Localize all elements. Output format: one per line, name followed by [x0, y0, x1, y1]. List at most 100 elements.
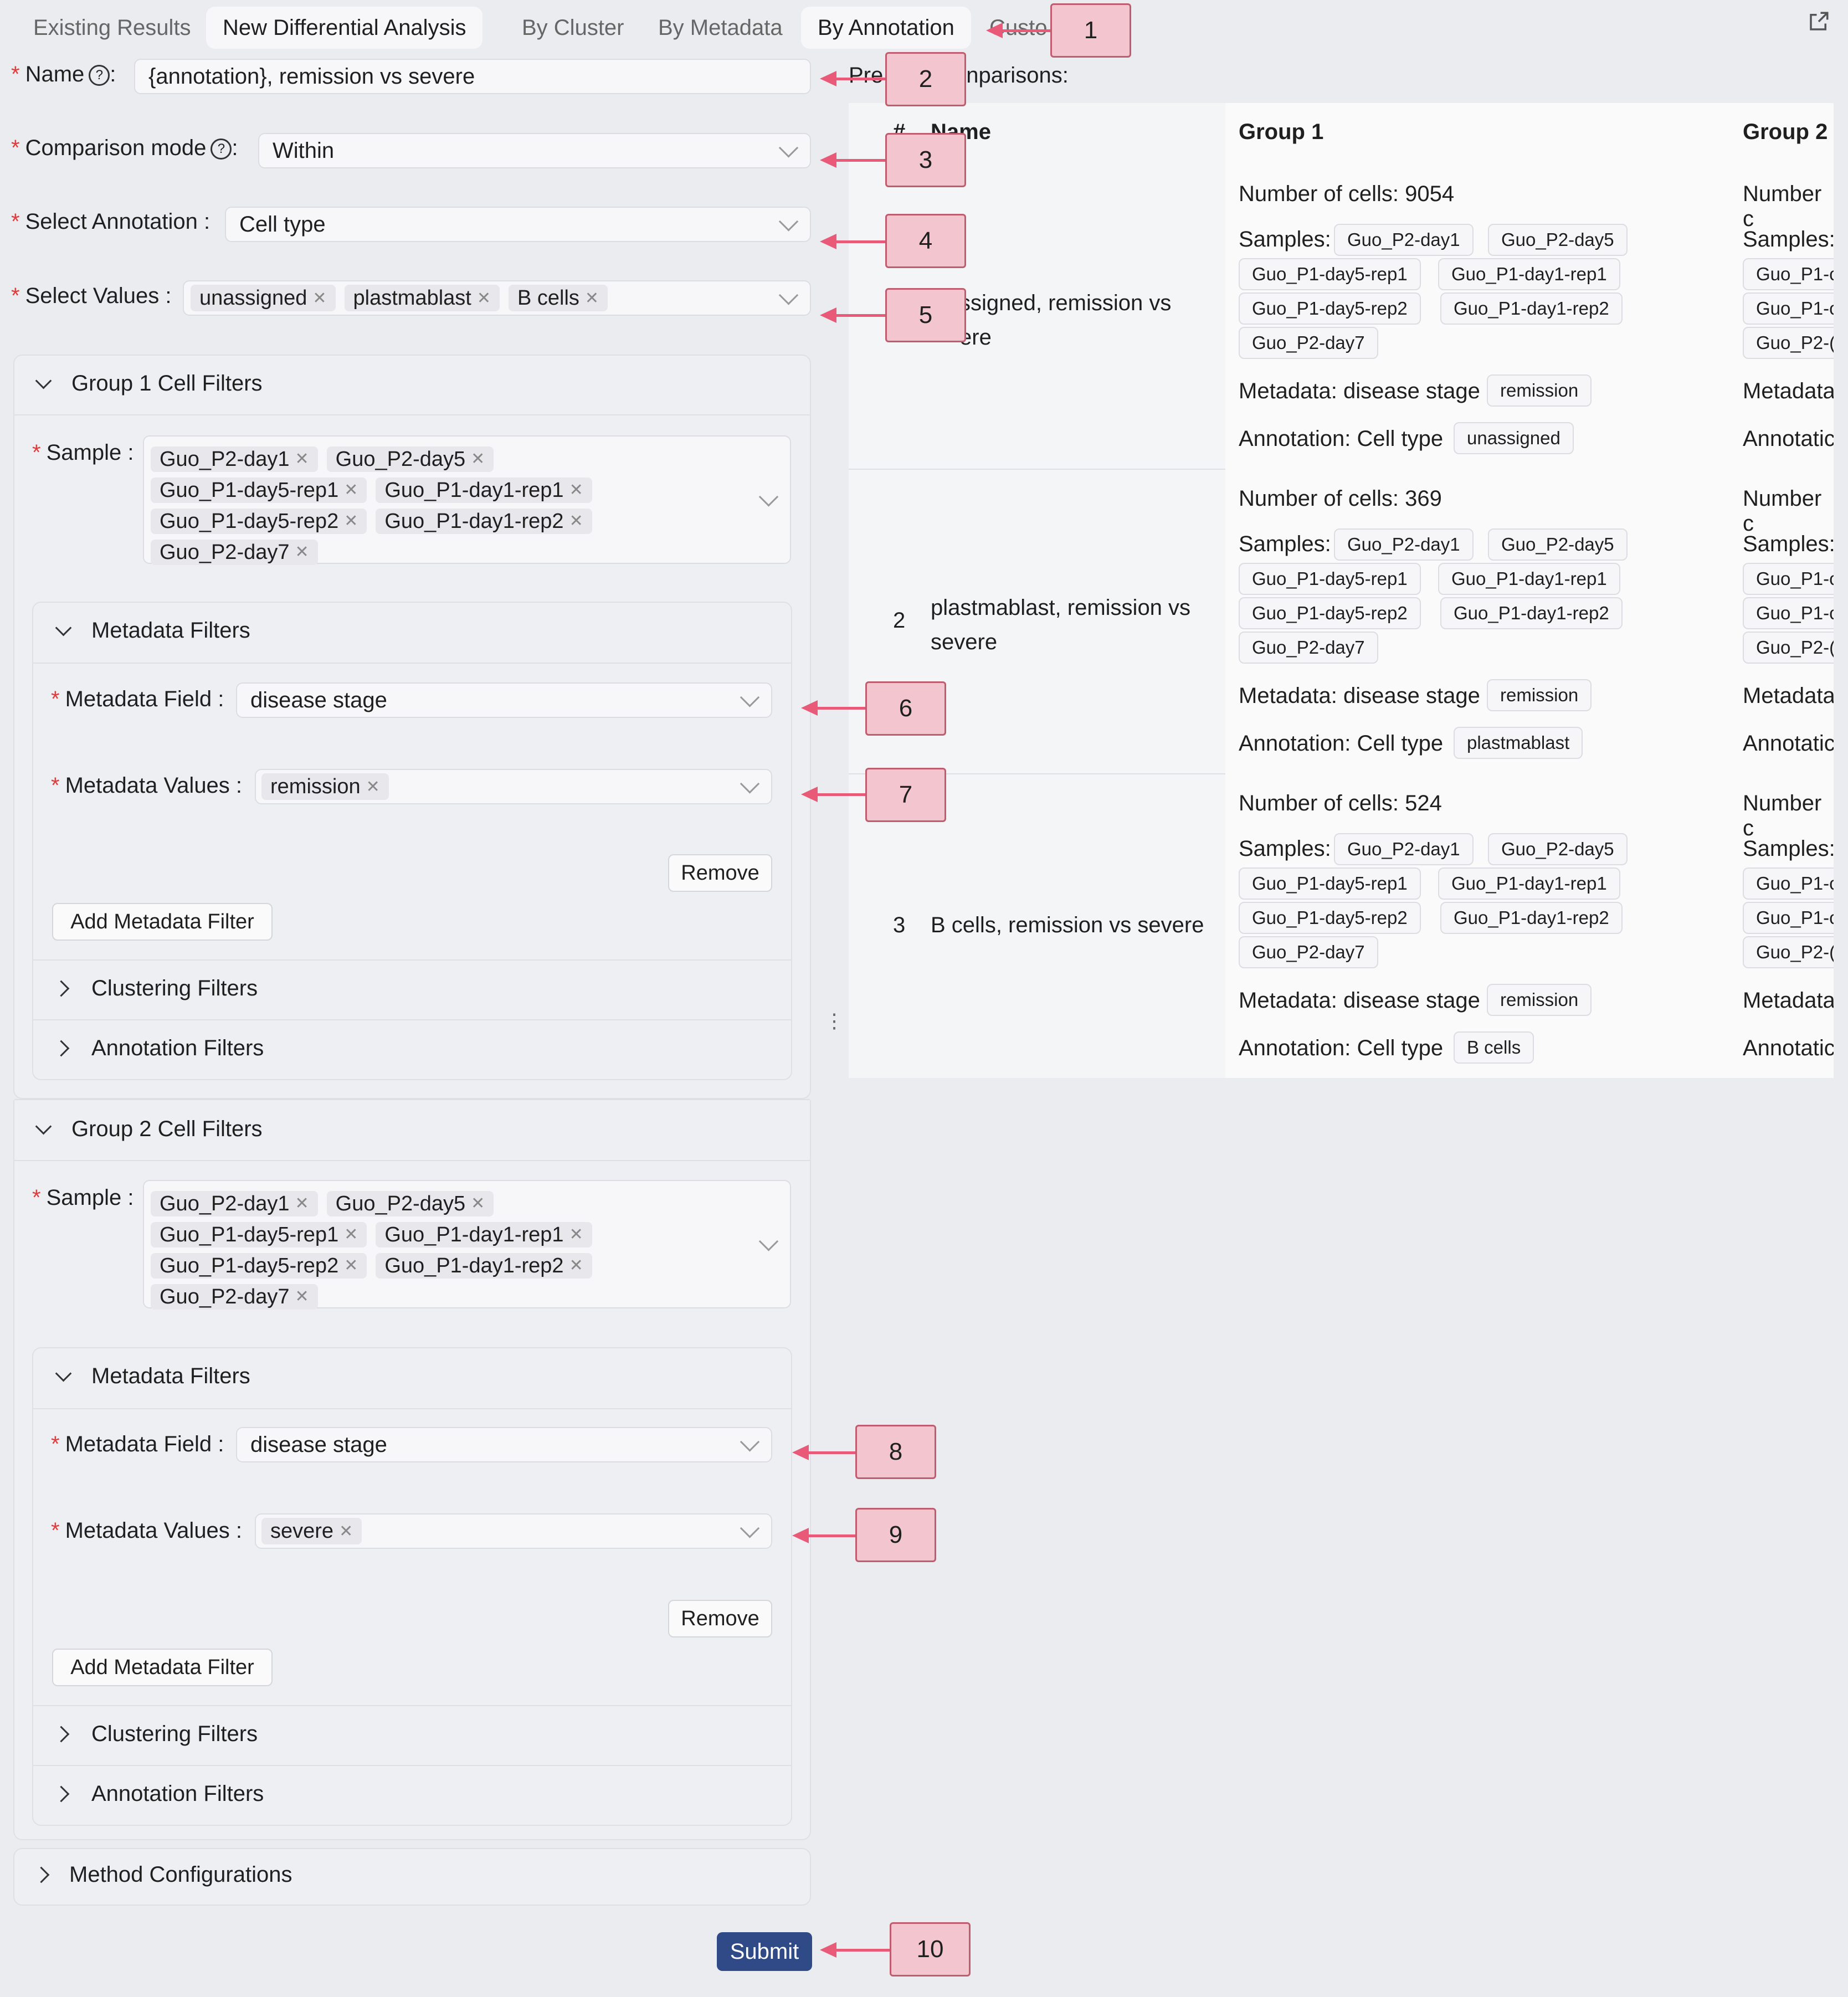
sample-tag: Guo_P1-c [1743, 292, 1834, 325]
group2-remove-button[interactable]: Remove [668, 1600, 772, 1637]
sample-tag: Guo_P1-c [1743, 563, 1834, 595]
tab-by-annotation[interactable]: By Annotation [801, 7, 971, 49]
method-configurations-header[interactable]: Method Configurations [33, 1862, 292, 1887]
callout-arrowhead [820, 71, 836, 86]
group2-metadata-field-select[interactable]: disease stage [236, 1427, 772, 1462]
sample-tag: Guo_P1-day5-rep1 ✕ [151, 478, 367, 503]
close-icon[interactable]: ✕ [344, 1219, 358, 1250]
group2-clustering-filters[interactable]: Clustering Filters [53, 1722, 258, 1747]
close-icon[interactable]: ✕ [569, 506, 583, 537]
group2-header[interactable]: Group 2 Cell Filters [33, 1117, 263, 1142]
divider [33, 1408, 791, 1409]
callout-5: 5 [885, 288, 966, 342]
group1-header[interactable]: Group 1 Cell Filters [33, 371, 263, 396]
sample-tag: Guo_P2-( [1743, 936, 1834, 968]
group2-samples-label: Samples: [1743, 836, 1834, 861]
help-icon[interactable]: ? [89, 65, 110, 86]
group2-sample-select[interactable]: Guo_P2-day1 ✕ Guo_P2-day5 ✕ Guo_P1-day5-rep… [143, 1180, 791, 1310]
close-icon[interactable]: ✕ [295, 1188, 309, 1219]
close-icon[interactable]: ✕ [471, 444, 485, 475]
row-divider [849, 469, 1225, 470]
comparison-mode-select[interactable]: Within [258, 133, 811, 168]
sample-tag: Guo_P1-day1-rep2 [1440, 292, 1623, 325]
sample-tag: Guo_P1-c [1743, 902, 1834, 934]
close-icon[interactable]: ✕ [471, 1188, 485, 1219]
group1-metadata-field-label: * Metadata Field : [51, 687, 224, 711]
sample-tag: Guo_P1-c [1743, 258, 1834, 290]
metadata-tag: remission [1487, 984, 1592, 1016]
close-icon[interactable]: ✕ [344, 475, 358, 506]
annotation-tag: B cells [1454, 1031, 1534, 1064]
group1-annotation-filters[interactable]: Annotation Filters [53, 1036, 264, 1061]
close-icon[interactable]: ✕ [339, 1522, 353, 1541]
group1-add-metadata-filter-button[interactable]: Add Metadata Filter [52, 903, 273, 941]
group2-sample-label: * Sample : [32, 1185, 134, 1210]
group2-metadata-values-select[interactable]: severe ✕ [255, 1513, 772, 1549]
sample-tag: Guo_P2-day1 ✕ [151, 446, 318, 472]
external-link-icon[interactable] [1807, 10, 1830, 33]
tab-by-cluster[interactable]: By Cluster [505, 7, 641, 49]
callout-arrowhead [820, 1942, 836, 1958]
cells-count: Number of cells: 9054 [1239, 182, 1455, 206]
group1-metadata-field-select[interactable]: disease stage [236, 682, 772, 718]
tab-existing-results[interactable]: Existing Results [17, 7, 208, 49]
cells-count: Number of cells: 369 [1239, 486, 1442, 511]
select-annotation-select[interactable]: Cell type [225, 207, 811, 242]
callout-arrow [831, 240, 886, 243]
group2-annotation-filters[interactable]: Annotation Filters [53, 1782, 264, 1806]
close-icon[interactable]: ✕ [477, 289, 491, 308]
chevron-right-icon [53, 1040, 70, 1057]
group1-sample-select[interactable]: Guo_P2-day1 ✕ Guo_P2-day5 ✕ Guo_P1-day5-rep… [143, 435, 791, 565]
sample-tag: Guo_P1-day5-rep2 [1239, 902, 1421, 934]
group1-clustering-filters[interactable]: Clustering Filters [53, 976, 258, 1001]
row-name: plastmablast, remission vs severe [931, 595, 1191, 654]
close-icon[interactable]: ✕ [569, 1219, 583, 1250]
close-icon[interactable]: ✕ [569, 1250, 583, 1281]
callout-arrowhead [986, 23, 1003, 38]
help-icon[interactable]: ? [211, 138, 232, 160]
metadata-label: Metadata: disease stage [1239, 684, 1480, 708]
close-icon[interactable]: ✕ [344, 1250, 358, 1281]
callout-arrow [831, 314, 886, 317]
close-icon[interactable]: ✕ [344, 506, 358, 537]
drag-handle-icon[interactable]: ⋮ [824, 1009, 844, 1033]
group1-metadata-header[interactable]: Metadata Filters [53, 618, 250, 643]
close-icon[interactable]: ✕ [585, 289, 599, 308]
header-group1: Group 1 [1239, 120, 1324, 144]
tab-by-metadata[interactable]: By Metadata [641, 7, 799, 49]
chevron-down-icon [740, 1518, 760, 1538]
close-icon[interactable]: ✕ [295, 537, 309, 568]
sample-tag: Guo_P1-day1-rep2 [1440, 902, 1623, 934]
group1-remove-button[interactable]: Remove [668, 854, 772, 892]
chevron-down-icon [758, 487, 779, 507]
header-group2: Group 2 [1743, 120, 1828, 144]
group2-annotation-label: Annotatic [1743, 731, 1834, 756]
metadata-tag: remission [1487, 374, 1592, 407]
annotation-label: Annotation: Cell type [1239, 1036, 1444, 1060]
close-icon[interactable]: ✕ [312, 289, 326, 308]
callout-7: 7 [865, 768, 946, 822]
callout-arrow [812, 707, 867, 710]
submit-button[interactable]: Submit [717, 1932, 812, 1971]
group1-metadata-values-select[interactable]: remission ✕ [255, 769, 772, 804]
group2-metadata-label: Metadata [1743, 379, 1834, 403]
sample-tag: Guo_P2-( [1743, 632, 1834, 664]
group2-metadata-label: Metadata [1743, 684, 1834, 708]
close-icon[interactable]: ✕ [366, 777, 380, 797]
callout-arrowhead [801, 787, 818, 802]
group1-sample-label: * Sample : [32, 440, 134, 465]
sample-tag: Guo_P2-day5 [1488, 528, 1628, 561]
close-icon[interactable]: ✕ [295, 1281, 309, 1312]
close-icon[interactable]: ✕ [295, 444, 309, 475]
name-input[interactable]: {annotation}, remission vs severe [134, 59, 811, 94]
tab-new-differential-analysis[interactable]: New Differential Analysis [206, 7, 483, 49]
group2-metadata-header[interactable]: Metadata Filters [53, 1364, 250, 1389]
close-icon[interactable]: ✕ [569, 475, 583, 506]
metadata-value-tag: remission ✕ [261, 773, 389, 800]
select-values-select[interactable]: unassigned ✕ plastmablast ✕ B cells ✕ [183, 280, 811, 316]
group2-add-metadata-filter-button[interactable]: Add Metadata Filter [52, 1649, 273, 1686]
chevron-down-icon [740, 1432, 760, 1452]
group2-cells-count: Number c [1743, 182, 1822, 231]
callout-6: 6 [865, 681, 946, 736]
callout-arrowhead [820, 234, 836, 249]
